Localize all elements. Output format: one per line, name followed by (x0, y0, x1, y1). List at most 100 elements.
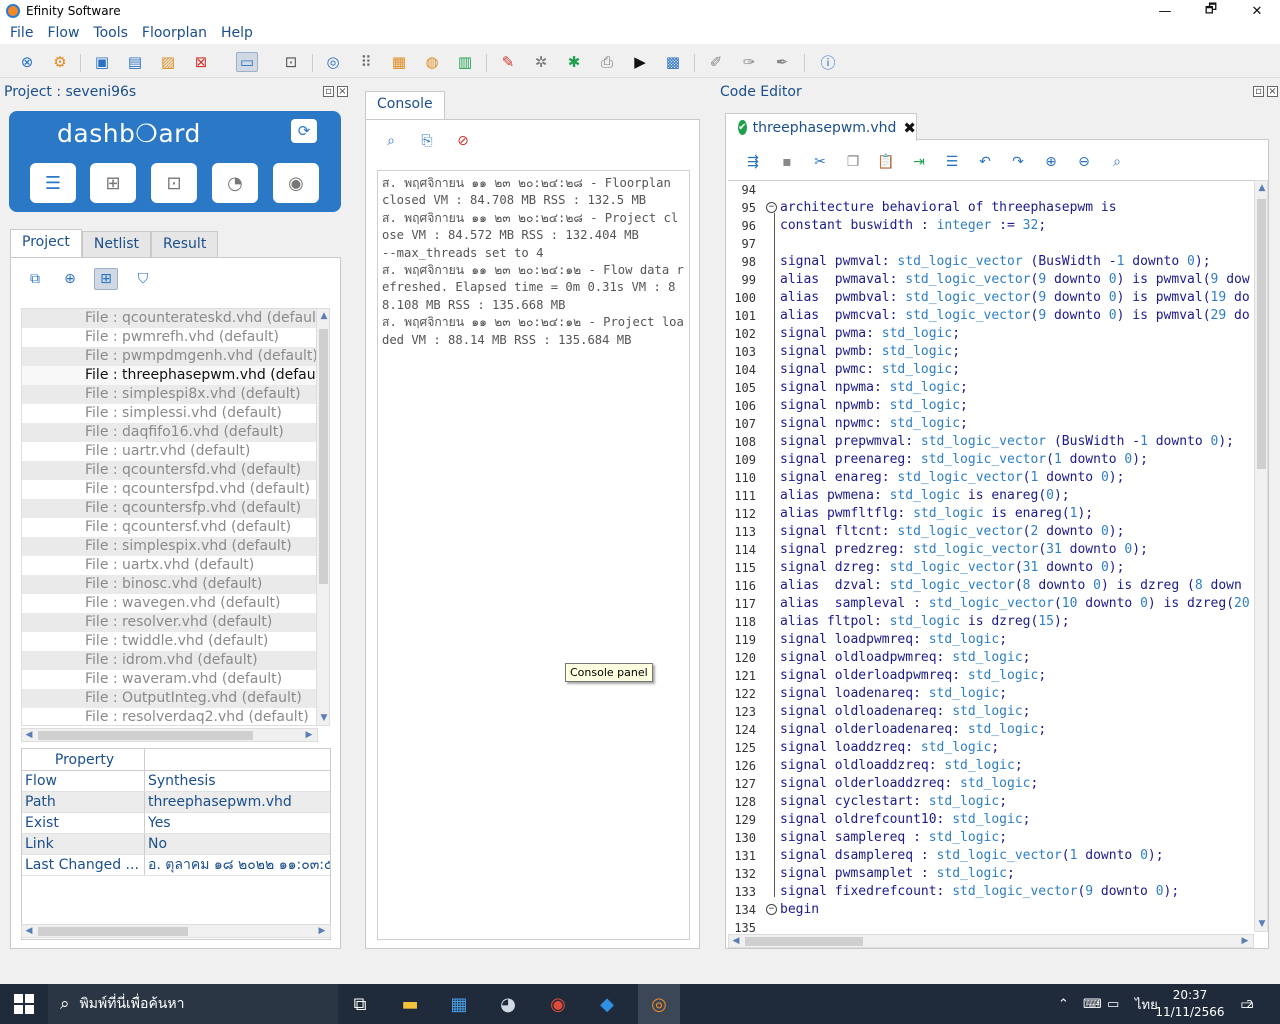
code-vscrollbar[interactable]: ▲ ▼ (1254, 180, 1268, 932)
list-item[interactable]: File : qcountersfd.vhd (default) (22, 461, 318, 480)
search-icon[interactable]: ⌕ (379, 130, 403, 152)
list-item[interactable]: File : resolver.vhd (default) (22, 613, 318, 632)
filter-icon[interactable]: ⛉ (131, 268, 155, 290)
copy-icon[interactable]: ❐ (842, 152, 864, 172)
menu-help[interactable]: Help (214, 25, 260, 41)
tray-network-icon[interactable]: ▭ (1107, 984, 1119, 1024)
list-item[interactable]: File : wavegen.vhd (default) (22, 594, 318, 613)
ip-manager-icon[interactable]: ▩ (662, 52, 684, 72)
float-panel-icon[interactable]: ▫ (323, 86, 334, 97)
efinity-taskbar-icon[interactable]: ◎ (638, 984, 680, 1024)
code-area[interactable]: 94 95− architecture behavioral of threepha… (728, 180, 1255, 932)
list-item[interactable]: File : pwmrefh.vhd (default) (22, 328, 318, 347)
list-item[interactable]: File : twiddle.vhd (default) (22, 632, 318, 651)
property-column-header[interactable]: Property (22, 749, 145, 770)
list-item[interactable]: File : simplespix.vhd (default) (22, 537, 318, 556)
hscroll-thumb[interactable] (38, 927, 188, 936)
find-icon[interactable]: ⌕ (1106, 152, 1128, 172)
scroll-thumb[interactable] (319, 329, 328, 584)
indent-icon[interactable]: ⇥ (908, 152, 930, 172)
code-hscrollbar[interactable]: ◀ ▶ (728, 934, 1254, 948)
fit-view-icon[interactable]: ⊡ (280, 52, 302, 72)
hscroll-thumb[interactable] (38, 731, 253, 740)
list-item[interactable]: File : uartx.vhd (default) (22, 556, 318, 575)
list-item[interactable]: File : uartr.vhd (default) (22, 442, 318, 461)
menu-tools[interactable]: Tools (86, 25, 135, 41)
settings-icon[interactable]: ⚙ (49, 52, 71, 72)
scroll-left-icon[interactable]: ◀ (22, 730, 36, 740)
delete-project-icon[interactable]: ⊠ (190, 52, 212, 72)
editor-tab[interactable]: ✔ threephasepwm.vhd ✖ (725, 113, 917, 141)
vscode-icon[interactable]: ◆ (592, 990, 622, 1018)
fold-toggle-icon[interactable]: − (766, 202, 777, 213)
property-hscrollbar[interactable]: ◀ ▶ (21, 924, 331, 938)
scroll-right-icon[interactable]: ▶ (302, 730, 316, 740)
list-item[interactable]: File : qcounterateskd.vhd (default) (22, 309, 318, 328)
scroll-left-icon[interactable]: ◀ (22, 926, 36, 936)
console-toggle-icon[interactable]: ▭ (236, 52, 258, 72)
pin-editor-icon[interactable]: ▥ (454, 52, 476, 72)
save-log-icon[interactable]: ⎘ (415, 130, 439, 152)
list-item[interactable]: File : simplespi8x.vhd (default) (22, 385, 318, 404)
scroll-up-icon[interactable]: ▲ (1255, 183, 1269, 193)
close-panel-icon[interactable]: × (1267, 86, 1278, 97)
minimize-button[interactable]: — (1142, 0, 1188, 22)
floorplan-icon[interactable]: ◎ (322, 52, 344, 72)
chrome-icon[interactable]: ◉ (543, 990, 573, 1018)
tab-result[interactable]: Result (151, 231, 219, 257)
tab-console[interactable]: Console (365, 91, 445, 119)
taskbar-search[interactable]: ⌕ พิมพ์ที่นี่เพื่อค้นหา (48, 984, 338, 1024)
close-project-icon[interactable]: ⊗ (16, 52, 38, 72)
interface-icon[interactable]: ▦ (388, 52, 410, 72)
paint-icon[interactable]: ◕ (493, 990, 523, 1018)
new-project-icon[interactable]: ▣ (91, 52, 113, 72)
list-item[interactable]: File : binosc.vhd (default) (22, 575, 318, 594)
float-panel-icon[interactable]: ▫ (1253, 86, 1264, 97)
zoom-out-icon[interactable]: ⊖ (1073, 152, 1095, 172)
list-item[interactable]: File : waveram.vhd (default) (22, 670, 318, 689)
help-icon[interactable]: ⓘ (817, 52, 839, 72)
timing-icon[interactable]: ◍ (421, 52, 443, 72)
list-item[interactable]: File : qcountersfp.vhd (default) (22, 499, 318, 518)
list-item[interactable]: File : simplessi.vhd (default) (22, 404, 318, 423)
windows-start-icon[interactable] (14, 994, 34, 1014)
list-item[interactable]: File : qcountersf.vhd (default) (22, 518, 318, 537)
routing-button[interactable]: ⊡ (151, 163, 197, 203)
task-view-icon[interactable]: ⧉ (345, 990, 375, 1018)
list-item-selected[interactable]: File : threephasepwm.vhd (default) (22, 366, 318, 385)
list-item[interactable]: File : resolverdaq2.vhd (default) (22, 708, 318, 725)
format-icon[interactable]: ⇶ (742, 152, 764, 172)
notification-icon[interactable]: ▭ 2 (1240, 984, 1254, 1024)
taskbar-clock[interactable]: 20:37 11/11/2566 (1155, 987, 1225, 1021)
save-icon[interactable]: ▪ (776, 152, 798, 172)
close-button[interactable]: ✕ (1234, 0, 1280, 22)
list-item[interactable]: File : pwmpdmgenh.vhd (default) (22, 347, 318, 366)
bug-icon[interactable]: ✱ (563, 52, 585, 72)
scroll-thumb[interactable] (1257, 199, 1266, 469)
add-file-icon[interactable]: ⊞ (94, 268, 118, 290)
refresh-icon[interactable]: ⟳ (291, 119, 317, 143)
list-item[interactable]: File : idrom.vhd (default) (22, 651, 318, 670)
list-item[interactable]: File : qcountersfpd.vhd (default) (22, 480, 318, 499)
close-panel-icon[interactable]: × (337, 86, 348, 97)
tab-netlist[interactable]: Netlist (81, 231, 152, 257)
cut-icon[interactable]: ✂ (809, 152, 831, 172)
file-list-hscrollbar[interactable]: ◀ ▶ (21, 728, 318, 742)
pen-alt-icon[interactable]: ✑ (738, 52, 760, 72)
fold-toggle-icon[interactable]: − (766, 904, 777, 915)
list-item[interactable]: File : OutputInteg.vhd (default) (22, 689, 318, 708)
open-project-icon[interactable]: ▤ (124, 52, 146, 72)
undo-icon[interactable]: ↶ (974, 152, 996, 172)
tray-device-icon[interactable]: ⌨ (1083, 984, 1102, 1024)
scroll-right-icon[interactable]: ▶ (1238, 936, 1252, 946)
tab-project[interactable]: Project (10, 229, 82, 257)
scroll-right-icon[interactable]: ▶ (315, 926, 329, 936)
scroll-up-icon[interactable]: ▲ (317, 311, 331, 321)
collapse-all-icon[interactable]: ⧉ (23, 268, 47, 290)
brush-icon[interactable]: ✎ (497, 52, 519, 72)
pen-stop-icon[interactable]: ✒ (771, 52, 793, 72)
maximize-button[interactable]: 🗗 (1188, 0, 1234, 22)
stop-button[interactable]: ◉ (273, 163, 319, 203)
placement-button[interactable]: ⊞ (90, 163, 136, 203)
scroll-down-icon[interactable]: ▼ (317, 713, 331, 723)
